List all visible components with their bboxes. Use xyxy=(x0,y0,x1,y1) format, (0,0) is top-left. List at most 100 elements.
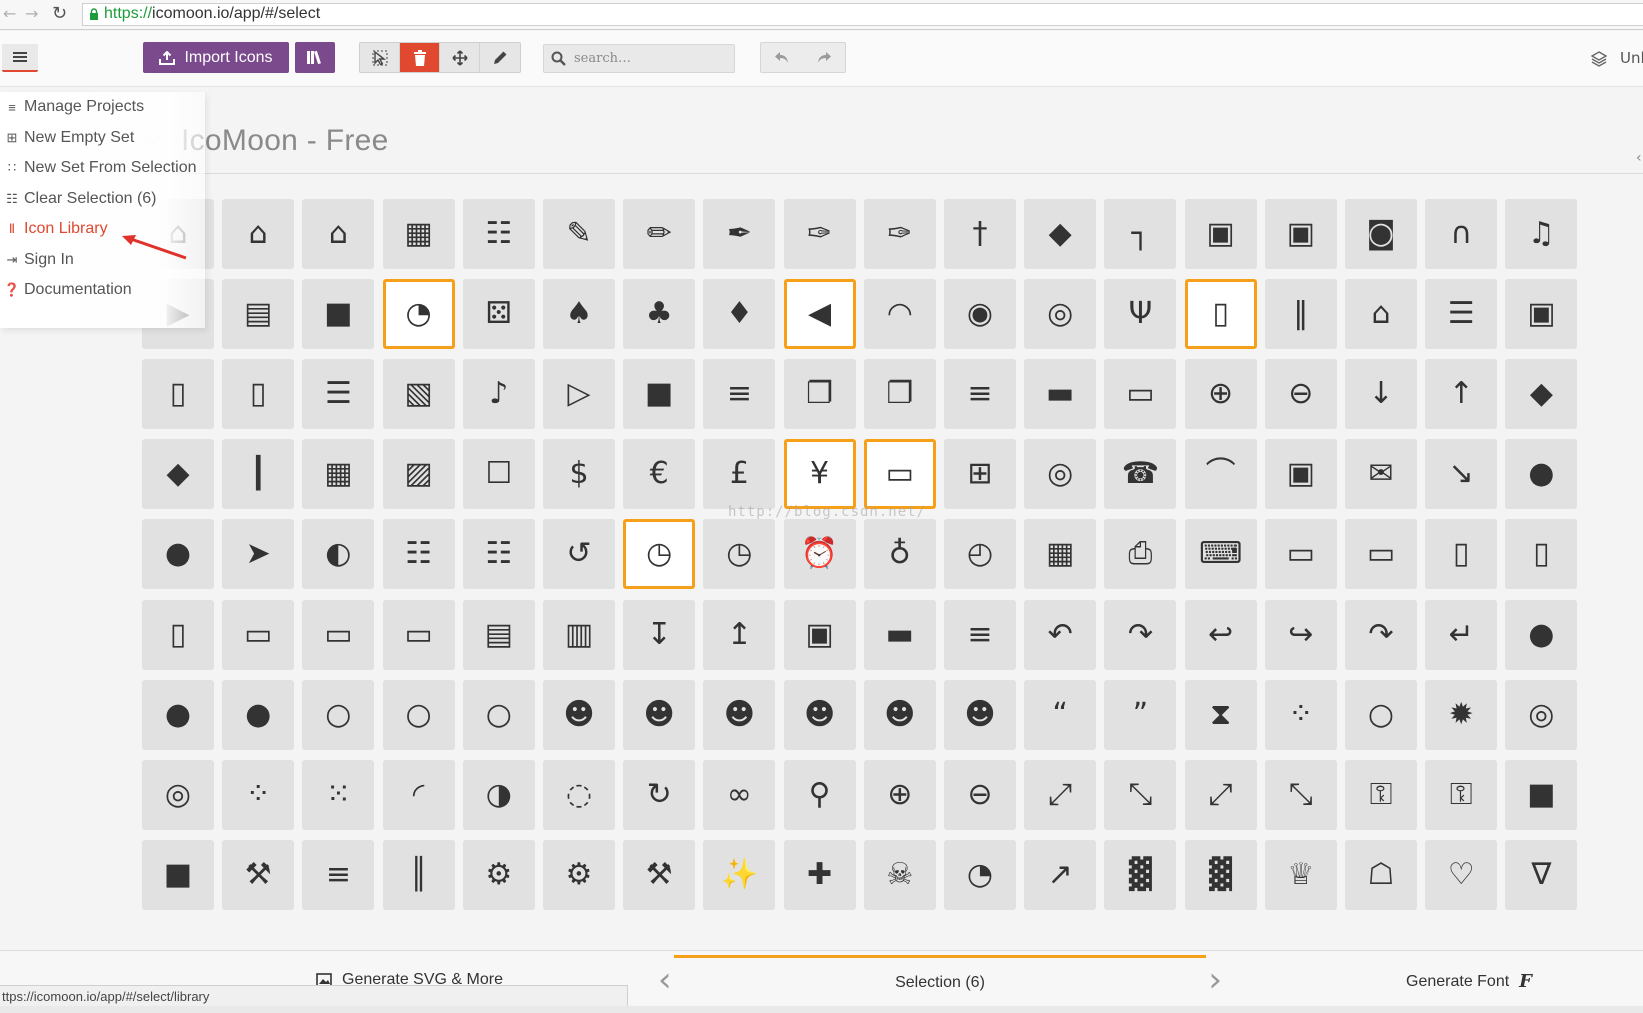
menu-item-new-empty-set[interactable]: ⊞ New Empty Set xyxy=(0,123,205,153)
icon-cell-profile[interactable]: ▣ xyxy=(1505,279,1578,350)
icon-cell-stack[interactable]: ≡ xyxy=(944,359,1016,430)
icon-cell-ticket[interactable]: ▨ xyxy=(382,439,455,510)
icon-cell-headphones[interactable]: ∩ xyxy=(1425,199,1498,269)
icon-cell-user-minus[interactable]: ☻ xyxy=(783,679,856,750)
icon-cell-clock[interactable]: ◷ xyxy=(623,519,696,590)
icon-cell-tablet[interactable]: ▯ xyxy=(142,599,214,670)
icon-cell-film[interactable]: ▤ xyxy=(222,279,295,350)
icon-cell-bug[interactable]: ☠ xyxy=(863,839,936,910)
icon-cell-phone[interactable]: ☎ xyxy=(1104,439,1177,510)
icon-cell-lifebuoy[interactable]: ◎ xyxy=(1024,439,1097,510)
icon-cell-copy[interactable]: ❐ xyxy=(783,359,856,430)
icon-cell-newspaper[interactable]: ☷ xyxy=(462,199,535,269)
icon-cell-home2[interactable]: ⌂ xyxy=(222,199,295,269)
icon-cell-history[interactable]: ↺ xyxy=(543,519,615,590)
main-menu-button[interactable] xyxy=(2,44,38,72)
icon-cell-podcast[interactable]: ◉ xyxy=(944,279,1016,350)
icon-cell-coin-dollar[interactable]: $ xyxy=(543,439,615,510)
icon-cell-box-add[interactable]: ▤ xyxy=(462,599,535,670)
icon-cell-pushpin[interactable]: ↘ xyxy=(1425,439,1498,510)
icon-cell-user-check[interactable]: ☻ xyxy=(863,679,936,750)
icon-cell-zoom-out[interactable]: ⊖ xyxy=(944,759,1016,830)
icon-cell-pen[interactable]: ✑ xyxy=(783,199,856,269)
icon-cell-hour-glass[interactable]: ⧗ xyxy=(1184,679,1257,750)
icon-cell-stats-dots[interactable]: ↗ xyxy=(1024,839,1097,910)
icon-cell-eyedropper[interactable]: † xyxy=(944,199,1016,269)
icon-cell-calendar[interactable]: ▦ xyxy=(1024,519,1097,590)
icon-cell-blog[interactable]: ✑ xyxy=(863,199,936,269)
icon-cell-quotes-right[interactable]: ” xyxy=(1104,679,1177,750)
icon-cell-spinner6[interactable]: ⁘ xyxy=(222,759,295,830)
generate-font-button[interactable]: Generate Font F xyxy=(1406,971,1532,992)
icon-cell-zoom-in[interactable]: ⊕ xyxy=(863,759,936,830)
chevron-right-icon[interactable]: › xyxy=(1208,963,1222,997)
delete-tool-button[interactable] xyxy=(400,43,440,72)
icon-cell-shrink[interactable]: ⤡ xyxy=(1104,759,1177,830)
icon-cell-envelop[interactable]: ✉ xyxy=(1345,439,1417,510)
icon-cell-user[interactable]: ☻ xyxy=(543,679,615,750)
icon-cell-phone-hang-up[interactable]: ⌒ xyxy=(1184,439,1257,510)
icon-cell-files-empty[interactable]: ▯ xyxy=(222,359,295,430)
icon-cell-spinner[interactable]: ⁘ xyxy=(1264,679,1337,750)
icon-cell-home3[interactable]: ⌂ xyxy=(302,199,375,269)
selection-panel[interactable]: ‹ Selection (6) › xyxy=(658,955,1222,1005)
icon-cell-file-play[interactable]: ▷ xyxy=(543,359,615,430)
icon-cell-connection[interactable]: ◠ xyxy=(863,279,936,350)
icon-cell-bubble[interactable]: ● xyxy=(1505,599,1578,670)
icon-cell-quotes-left[interactable]: “ xyxy=(1024,679,1097,750)
icon-cell-price-tag[interactable]: ◆ xyxy=(1505,359,1578,430)
icon-cell-images[interactable]: ▣ xyxy=(1264,199,1337,269)
icon-cell-enlarge2[interactable]: ⤢ xyxy=(1184,759,1257,830)
icon-cell-clubs[interactable]: ♣ xyxy=(623,279,696,350)
icon-cell-music[interactable]: ♫ xyxy=(1505,199,1578,269)
icon-cell-file-zip[interactable]: ≡ xyxy=(703,359,776,430)
icon-cell-users[interactable]: ☻ xyxy=(623,679,696,750)
icon-cell-coin-euro[interactable]: € xyxy=(623,439,696,510)
redo-button[interactable] xyxy=(803,43,845,72)
icon-cell-credit-card[interactable]: ▭ xyxy=(863,439,936,510)
icon-cell-redo2[interactable]: ↪ xyxy=(1264,599,1337,670)
icon-cell-paste[interactable]: ❐ xyxy=(863,359,936,430)
icon-cell-gift[interactable]: ☖ xyxy=(1345,839,1417,910)
select-tool-button[interactable] xyxy=(360,43,400,72)
menu-item-clear-selection-6[interactable]: ☷ Clear Selection (6) xyxy=(0,184,205,214)
icon-cell-price-tags[interactable]: ◆ xyxy=(142,439,214,510)
icon-cell-camera[interactable]: ◙ xyxy=(1345,199,1417,269)
icon-cell-download[interactable]: ↧ xyxy=(623,599,696,670)
icon-cell-equalizer[interactable]: ≡ xyxy=(302,839,375,910)
icon-cell-upload[interactable]: ↥ xyxy=(703,599,776,670)
icon-cell-folder-minus[interactable]: ⊖ xyxy=(1264,359,1337,430)
set-title[interactable]: IcoMoon - Free xyxy=(181,124,389,158)
icon-cell-tv[interactable]: ▭ xyxy=(222,599,295,670)
icon-cell-binoculars[interactable]: ∞ xyxy=(703,759,776,830)
icon-cell-stopwatch[interactable]: ◴ xyxy=(944,519,1016,590)
icon-cell-lock[interactable]: ■ xyxy=(1505,759,1578,830)
icon-cell-diamonds[interactable]: ♦ xyxy=(703,279,776,350)
edit-tool-button[interactable] xyxy=(480,43,520,72)
icon-cell-pie-chart[interactable]: ◔ xyxy=(944,839,1016,910)
icon-cell-pencil2[interactable]: ✏ xyxy=(623,199,696,269)
projects-label[interactable]: Unl xyxy=(1620,49,1643,67)
icon-cell-spinner11[interactable]: ↻ xyxy=(623,759,696,830)
icon-cell-redo[interactable]: ↷ xyxy=(1104,599,1177,670)
icon-cell-feed[interactable]: ◎ xyxy=(1024,279,1097,350)
icon-cell-spinner9[interactable]: ◑ xyxy=(462,759,535,830)
menu-item-new-set-from-selection[interactable]: ∷ New Set From Selection xyxy=(0,153,205,183)
icon-cell-key2[interactable]: ⚿ xyxy=(1425,759,1498,830)
icon-cell-undo[interactable]: ↶ xyxy=(1024,599,1097,670)
icon-cell-magic-wand[interactable]: ✨ xyxy=(703,839,776,910)
icon-cell-user-tie[interactable]: ☻ xyxy=(944,679,1016,750)
icon-cell-file-text[interactable]: ☰ xyxy=(1425,279,1498,350)
icon-cell-bubbles2[interactable]: ● xyxy=(222,679,295,750)
icon-cell-bubbles[interactable]: ● xyxy=(142,679,214,750)
icon-cell-address-book[interactable]: ▣ xyxy=(1264,439,1337,510)
library-button[interactable] xyxy=(295,42,335,73)
icon-cell-file-text2[interactable]: ☰ xyxy=(302,359,375,430)
icon-cell-file-picture[interactable]: ▧ xyxy=(382,359,455,430)
set-options-icon[interactable]: ‹ xyxy=(1636,150,1642,166)
icon-cell-display[interactable]: ▭ xyxy=(1264,519,1337,590)
icon-cell-coin-pound[interactable]: £ xyxy=(703,439,776,510)
icon-cell-equalizer2[interactable]: ║ xyxy=(382,839,455,910)
reload-icon[interactable]: ↻ xyxy=(52,3,67,24)
icon-cell-bubble2[interactable]: ○ xyxy=(302,679,375,750)
